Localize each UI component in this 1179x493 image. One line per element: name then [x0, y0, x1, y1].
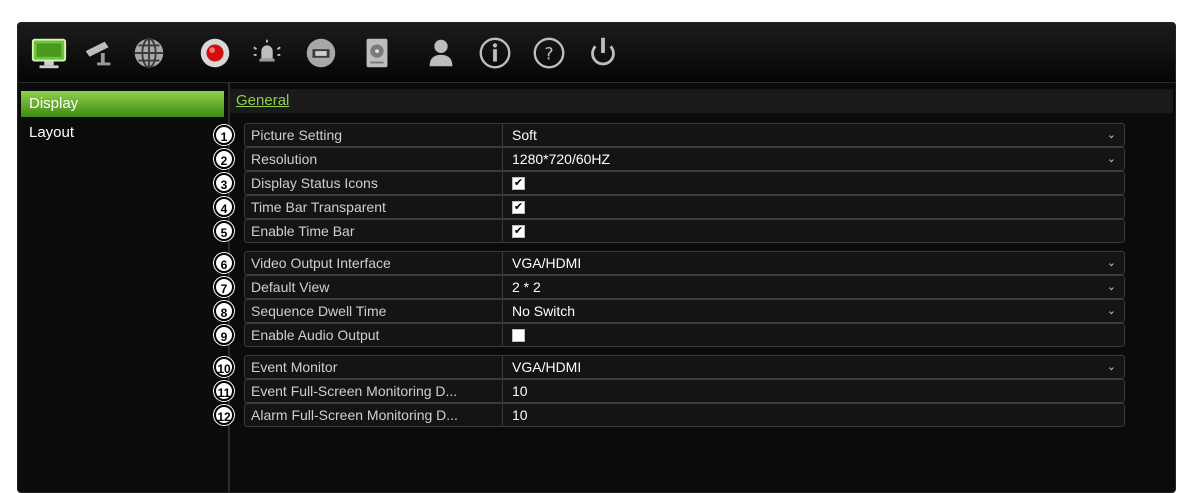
- select-value: Soft: [512, 127, 537, 143]
- row-number-badge: 7: [214, 277, 234, 297]
- sidebar: Display Layout: [18, 83, 228, 492]
- setting-row-sequence-dwell-time: 8 Sequence Dwell Time No Switch ⌄: [214, 299, 1125, 323]
- setting-label: Resolution: [244, 147, 503, 171]
- event-monitor-select[interactable]: VGA/HDMI ⌄: [503, 355, 1125, 379]
- resolution-select[interactable]: 1280*720/60HZ ⌄: [503, 147, 1125, 171]
- row-number-badge: 9: [214, 325, 234, 345]
- camera-icon[interactable]: [78, 33, 120, 73]
- display-icon[interactable]: [28, 33, 70, 73]
- setting-row-display-status-icons: 3 Display Status Icons ✔: [214, 171, 1125, 195]
- setting-row-picture-setting: 1 Picture Setting Soft ⌄: [214, 123, 1125, 147]
- time-bar-transparent-checkbox[interactable]: ✔: [512, 201, 525, 214]
- setting-value-cell: ✔: [503, 195, 1125, 219]
- sidebar-item-layout[interactable]: Layout: [21, 120, 224, 146]
- event-full-screen-monitoring-input[interactable]: 10: [503, 379, 1125, 403]
- setting-row-alarm-full-screen-monitoring: 12 Alarm Full-Screen Monitoring D... 10: [214, 403, 1125, 427]
- row-number-badge: 12: [214, 405, 234, 425]
- tab-bar: General: [230, 89, 1173, 113]
- setting-row-enable-audio-output: 9 Enable Audio Output: [214, 323, 1125, 347]
- main-toolbar: ?: [18, 23, 1175, 83]
- alarm-icon[interactable]: [246, 33, 288, 73]
- setting-label: Enable Time Bar: [244, 219, 503, 243]
- alarm-full-screen-monitoring-input[interactable]: 10: [503, 403, 1125, 427]
- setting-value-cell: ✔: [503, 171, 1125, 195]
- default-view-select[interactable]: 2 * 2 ⌄: [503, 275, 1125, 299]
- chevron-down-icon: ⌄: [1106, 129, 1116, 141]
- chevron-down-icon: ⌄: [1106, 361, 1116, 373]
- settings-window: ? Display Layout General 1 Picture Setti…: [17, 22, 1176, 493]
- sidebar-item-display[interactable]: Display: [21, 91, 224, 117]
- row-number-badge: 1: [214, 125, 234, 145]
- setting-row-resolution: 2 Resolution 1280*720/60HZ ⌄: [214, 147, 1125, 171]
- setting-label: Time Bar Transparent: [244, 195, 503, 219]
- setting-value-cell: [503, 323, 1125, 347]
- setting-row-enable-time-bar: 5 Enable Time Bar ✔: [214, 219, 1125, 243]
- row-number-badge: 3: [214, 173, 234, 193]
- row-number-badge: 4: [214, 197, 234, 217]
- setting-label: Display Status Icons: [244, 171, 503, 195]
- row-number-badge: 10: [214, 357, 234, 377]
- enable-time-bar-checkbox[interactable]: ✔: [512, 225, 525, 238]
- chevron-down-icon: ⌄: [1106, 305, 1116, 317]
- enable-audio-output-checkbox[interactable]: [512, 329, 525, 342]
- setting-row-event-full-screen-monitoring: 11 Event Full-Screen Monitoring D... 10: [214, 379, 1125, 403]
- video-output-interface-select[interactable]: VGA/HDMI ⌄: [503, 251, 1125, 275]
- select-value: 1280*720/60HZ: [512, 151, 611, 167]
- setting-row-default-view: 7 Default View 2 * 2 ⌄: [214, 275, 1125, 299]
- row-number-badge: 8: [214, 301, 234, 321]
- help-icon[interactable]: ?: [528, 33, 570, 73]
- row-number-badge: 2: [214, 149, 234, 169]
- chevron-down-icon: ⌄: [1106, 257, 1116, 269]
- setting-label: Video Output Interface: [244, 251, 503, 275]
- setting-value-cell: ✔: [503, 219, 1125, 243]
- select-value: VGA/HDMI: [512, 255, 582, 271]
- user-icon[interactable]: [420, 33, 462, 73]
- setting-row-time-bar-transparent: 4 Time Bar Transparent ✔: [214, 195, 1125, 219]
- chevron-down-icon: ⌄: [1106, 281, 1116, 293]
- setting-label: Enable Audio Output: [244, 323, 503, 347]
- display-status-icons-checkbox[interactable]: ✔: [512, 177, 525, 190]
- power-icon[interactable]: [582, 33, 624, 73]
- select-value: VGA/HDMI: [512, 359, 582, 375]
- setting-label: Picture Setting: [244, 123, 503, 147]
- svg-text:?: ?: [544, 45, 553, 65]
- setting-label: Event Monitor: [244, 355, 503, 379]
- setting-label: Alarm Full-Screen Monitoring D...: [244, 403, 503, 427]
- select-value: No Switch: [512, 303, 576, 319]
- storage-icon[interactable]: [356, 33, 398, 73]
- row-number-badge: 6: [214, 253, 234, 273]
- setting-label: Event Full-Screen Monitoring D...: [244, 379, 503, 403]
- row-number-badge: 5: [214, 221, 234, 241]
- select-value: 2 * 2: [512, 279, 541, 295]
- setting-label: Default View: [244, 275, 503, 299]
- tab-general[interactable]: General: [236, 91, 289, 111]
- setting-label: Sequence Dwell Time: [244, 299, 503, 323]
- setting-row-event-monitor: 10 Event Monitor VGA/HDMI ⌄: [214, 355, 1125, 379]
- chevron-down-icon: ⌄: [1106, 153, 1116, 165]
- setting-row-video-output-interface: 6 Video Output Interface VGA/HDMI ⌄: [214, 251, 1125, 275]
- picture-setting-select[interactable]: Soft ⌄: [503, 123, 1125, 147]
- row-number-badge: 11: [214, 381, 234, 401]
- info-icon[interactable]: [474, 33, 516, 73]
- record-icon[interactable]: [194, 33, 236, 73]
- network-icon[interactable]: [128, 33, 170, 73]
- device-icon[interactable]: [300, 33, 342, 73]
- sequence-dwell-time-select[interactable]: No Switch ⌄: [503, 299, 1125, 323]
